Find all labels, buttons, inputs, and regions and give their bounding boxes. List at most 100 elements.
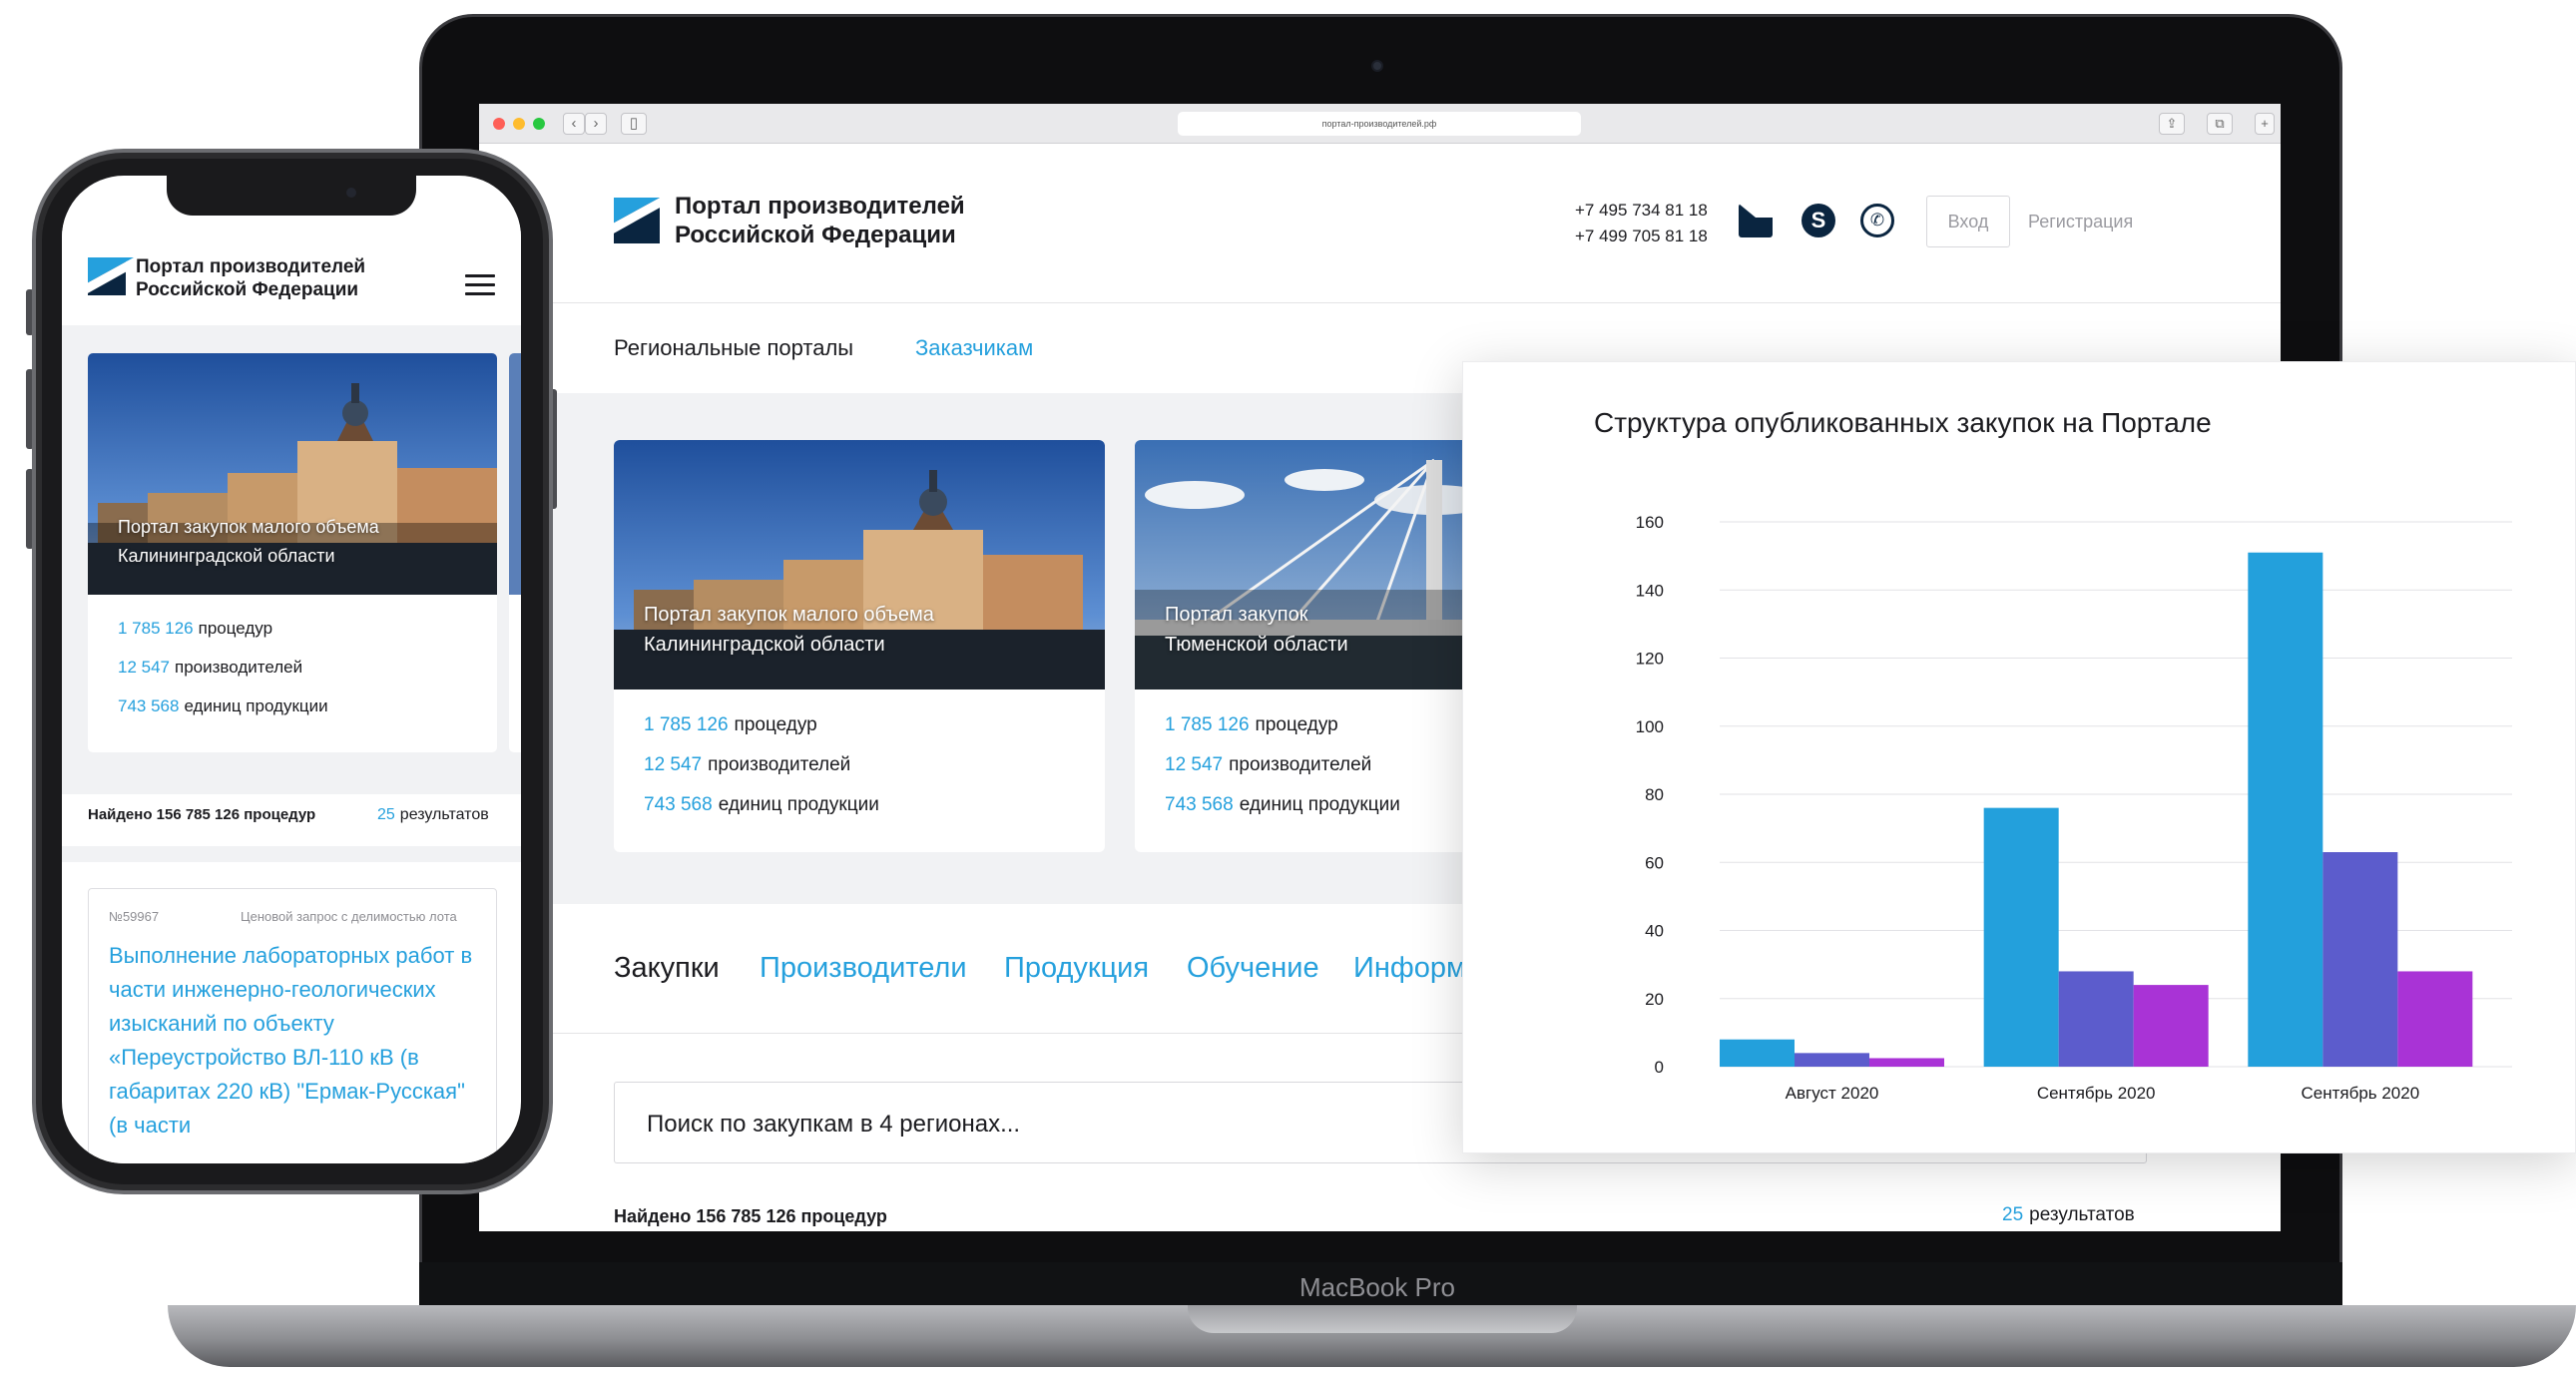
sidebar-toggle-icon[interactable]: ▯	[621, 113, 647, 135]
y-tick-label: 100	[1636, 717, 1664, 736]
forward-icon[interactable]: ›	[585, 113, 607, 135]
bar	[1983, 807, 2059, 1067]
mobile-found-count: Найдено 156 785 126 процедур	[88, 806, 316, 823]
card-caption-line-1: Портал закупок малого объема	[644, 604, 934, 626]
nav-for-customers[interactable]: Заказчикам	[915, 335, 1033, 361]
window-close-button[interactable]	[493, 118, 505, 130]
phone-number-1[interactable]: +7 495 734 81 18	[1575, 198, 1708, 224]
bar	[2248, 552, 2323, 1067]
login-button[interactable]: Вход	[1926, 196, 2010, 247]
tab-products[interactable]: Продукция	[1004, 952, 1149, 985]
skype-icon[interactable]: S	[1802, 204, 1835, 237]
whatsapp-icon[interactable]: ✆	[1860, 204, 1894, 237]
laptop-camera	[1371, 60, 1383, 72]
y-tick-label: 20	[1645, 990, 1664, 1009]
y-tick-label: 140	[1636, 581, 1664, 600]
back-icon[interactable]: ‹	[563, 113, 585, 135]
phone-notch	[167, 176, 416, 216]
stat-label: единиц продукции	[184, 696, 328, 715]
card-caption: Портал закупок Тюменской области	[1165, 600, 1348, 660]
mockup-scene: MacBook Pro ‹ › ▯ портал-производителей.…	[0, 0, 2576, 1374]
logo-line-1: Портал производителей	[136, 256, 366, 277]
stat-value: 1 785 126	[118, 619, 194, 638]
stat-label: процедур	[734, 714, 817, 735]
mail-icon[interactable]	[1739, 204, 1806, 237]
stat-value: 12 547	[118, 658, 170, 677]
stat-label: единиц продукции	[1239, 794, 1400, 815]
y-tick-label: 40	[1645, 922, 1664, 941]
y-tick-label: 0	[1655, 1058, 1664, 1077]
stat-value: 1 785 126	[1165, 714, 1250, 735]
x-tick-label: Август 2020	[1786, 1084, 1879, 1103]
bar	[2133, 985, 2209, 1067]
x-tick-label: Сентябрь 2020	[2301, 1084, 2419, 1103]
tender-id: №59967	[109, 909, 160, 924]
bar	[1720, 1039, 1795, 1067]
y-tick-label: 160	[1636, 513, 1664, 532]
window-zoom-button[interactable]	[533, 118, 545, 130]
results-label: результатов	[399, 806, 489, 823]
chart-panel: Структура опубликованных закупок на Порт…	[1462, 361, 2576, 1153]
mobile-portal-card[interactable]: Портал закупок малого объема Калининград…	[88, 353, 497, 752]
address-bar[interactable]: портал-производителей.рф	[1178, 112, 1581, 136]
bar-chart: 0 20 40 60 80 100 120 140 160 Август 2020 Сентябрь…	[1636, 513, 2512, 1103]
results-count: 25	[2002, 1204, 2024, 1225]
tab-information[interactable]: Информ	[1353, 952, 1466, 985]
stat-producers: 12 547 производителей	[118, 658, 302, 678]
contact-phones: +7 495 734 81 18 +7 499 705 81 18	[1575, 198, 1708, 249]
tabs-overview-icon[interactable]: ⧉	[2207, 113, 2233, 135]
window-minimize-button[interactable]	[513, 118, 525, 130]
stat-products: 743 568 единиц продукции	[1165, 794, 1400, 816]
mobile-logo-text[interactable]: Портал производителей Российской Федерац…	[136, 255, 365, 301]
search-placeholder: Поиск по закупкам в 4 регионах...	[647, 1111, 1021, 1138]
tab-producers[interactable]: Производители	[760, 952, 967, 985]
phone-screen: Портал производителей Российской Федерац…	[62, 176, 521, 1163]
tab-training[interactable]: Обучение	[1187, 952, 1319, 985]
card-caption: Портал закупок малого объема Калининград…	[644, 600, 934, 660]
stat-value: 1 785 126	[644, 714, 729, 735]
mobile-logo-icon[interactable]	[88, 257, 126, 295]
phone-front-camera	[346, 188, 356, 198]
bar	[1869, 1058, 1944, 1067]
mobile-results-per-page[interactable]: 25 результатов	[377, 806, 489, 824]
stat-products: 743 568 единиц продукции	[644, 794, 879, 816]
bar	[2397, 971, 2473, 1067]
site-header: Портал производителей Российской Федерац…	[479, 144, 2281, 303]
stat-procedures: 1 785 126 процедур	[644, 714, 817, 736]
register-link[interactable]: Регистрация	[2028, 212, 2133, 232]
stat-value: 743 568	[644, 794, 713, 815]
menu-icon[interactable]	[465, 274, 495, 296]
phone-number-2[interactable]: +7 499 705 81 18	[1575, 224, 1708, 249]
stat-procedures: 1 785 126 процедур	[1165, 714, 1338, 736]
card-caption-line-1: Портал закупок	[1165, 604, 1308, 626]
browser-toolbar: ‹ › ▯ портал-производителей.рф ⇪ ⧉ +	[479, 104, 2281, 144]
y-tick-label: 80	[1645, 785, 1664, 804]
card-photo	[509, 353, 521, 595]
portal-card-kaliningrad[interactable]: Портал закупок малого объема Калининград…	[614, 440, 1105, 852]
portal-logo-text[interactable]: Портал производителей Российской Федерац…	[675, 192, 965, 249]
nav-regional-portals[interactable]: Региональные порталы	[614, 335, 853, 361]
card-caption-line-1: Портал закупок малого объема	[118, 517, 379, 537]
mobile-portal-card-next[interactable]	[509, 353, 521, 752]
bar	[2058, 971, 2134, 1067]
y-tick-label: 120	[1636, 650, 1664, 669]
stat-value: 12 547	[644, 754, 703, 775]
results-per-page[interactable]: 25 результатов	[2002, 1204, 2135, 1226]
tender-title-link[interactable]: Выполнение лабораторных работ в части ин…	[109, 939, 483, 1143]
stat-label: процедур	[198, 619, 273, 638]
tab-purchases[interactable]: Закупки	[614, 952, 720, 985]
tender-card[interactable]: №59967 Ценовой запрос с делимостью лота …	[88, 888, 497, 1163]
mobile-divider	[62, 846, 521, 862]
portal-logo-icon[interactable]	[614, 198, 660, 243]
card-caption-line-2: Тюменской области	[1165, 634, 1348, 656]
stat-label: производителей	[175, 658, 303, 677]
card-caption: Портал закупок малого объема Калининград…	[118, 513, 379, 571]
share-icon[interactable]: ⇪	[2159, 113, 2185, 135]
stat-value: 743 568	[1165, 794, 1234, 815]
stat-procedures: 1 785 126 процедур	[118, 619, 272, 639]
logo-line-1: Портал производителей	[675, 193, 965, 220]
card-caption-line-2: Калининградской области	[118, 546, 335, 566]
stat-producers: 12 547 производителей	[1165, 754, 1371, 776]
new-tab-icon[interactable]: +	[2255, 113, 2275, 135]
stat-value: 743 568	[118, 696, 180, 715]
